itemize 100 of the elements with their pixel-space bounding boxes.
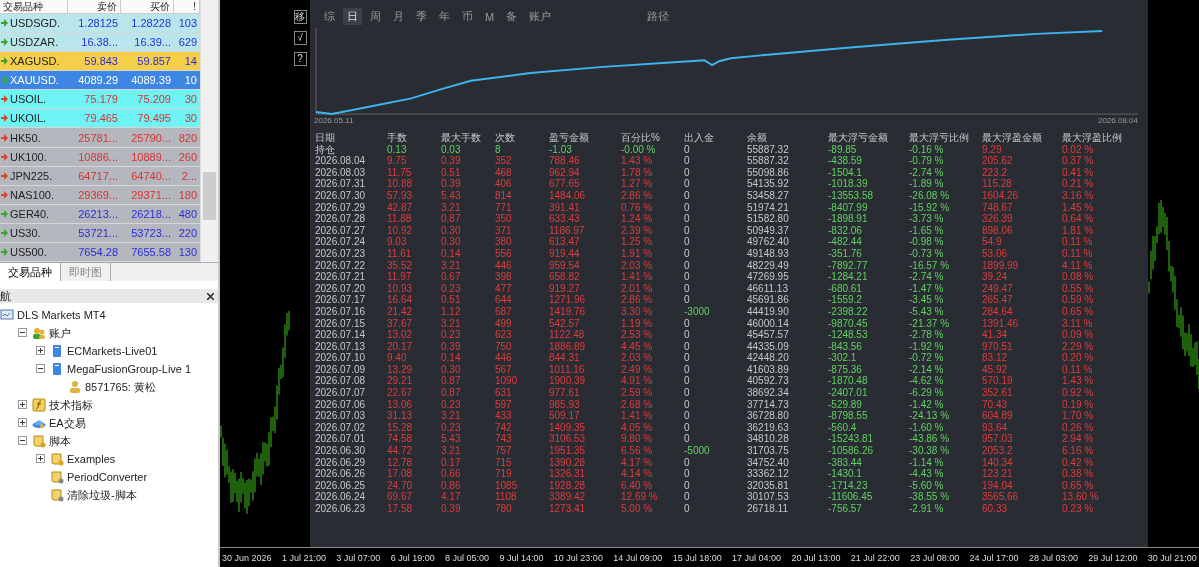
ask-price: 59.857 — [136, 55, 172, 68]
symbol-row[interactable]: US500. 7654.28 7655.58 130 — [0, 242, 200, 262]
table-cell-text: 69.67 — [387, 491, 414, 503]
table-cell-text: 9.03 — [387, 236, 408, 248]
expand-icon[interactable] — [18, 417, 27, 427]
ask-price: 64740... — [130, 169, 172, 182]
table-cell-text: -680.61 — [828, 282, 863, 295]
scrollbar[interactable] — [200, 0, 218, 262]
symbol-row[interactable]: USDSGD. 1.28125 1.28228 103 — [0, 14, 200, 34]
period-tab[interactable]: 周 — [366, 8, 385, 25]
table-cell-text: 0.19 % — [1062, 398, 1095, 411]
time-label: 3 Jul 07:00 — [336, 552, 381, 563]
period-tab[interactable]: 币 — [458, 8, 477, 25]
table-cell-text: 977.61 — [549, 387, 581, 399]
table-cell-text: 0 — [684, 340, 691, 353]
tree-item[interactable]: MegaFusionGroup-Live 1 — [67, 363, 192, 375]
table-cell-text: 0 — [684, 224, 691, 237]
table-cell-text: 1.91 % — [621, 247, 654, 260]
table-cell-text: -4.43 % — [909, 468, 945, 480]
table-cell-text: 1604.26 — [982, 189, 1020, 202]
table-cell-text: 4.91 % — [621, 375, 654, 388]
table-cell-text: 0.39 — [441, 155, 462, 167]
table-cell-text: -2398.22 — [828, 305, 869, 318]
tool-button[interactable]: 移 — [293, 10, 307, 24]
symbol-row[interactable]: NAS100. 29369... 29371... 180 — [0, 185, 200, 205]
symbol-row[interactable]: UKOIL. 79.465 79.495 30 — [0, 109, 200, 129]
table-cell-text: 380 — [495, 236, 513, 248]
table-cell-text: 140.34 — [982, 456, 1014, 469]
table-cell-text: 8 — [495, 143, 502, 156]
column-header[interactable]: 卖价 — [68, 0, 121, 13]
table-cell-text: 30107.53 — [747, 491, 790, 503]
table-cell-text: 11.61 — [387, 247, 413, 260]
close-icon[interactable] — [207, 292, 214, 300]
symbol-row[interactable]: US30. 53721... 53723... 220 — [0, 223, 200, 243]
bid-price: 75.179 — [83, 93, 119, 106]
table-cell-text: -438.59 — [828, 155, 863, 167]
table-cell-text: 743 — [495, 433, 513, 446]
table-cell-text: 962.94 — [549, 166, 581, 179]
symbol-row[interactable]: XAGUSD. 59.843 59.857 14 — [0, 52, 200, 72]
table-cell-text: 42448.20 — [747, 352, 790, 364]
collapse-icon[interactable] — [18, 435, 27, 445]
expand-icon[interactable] — [36, 453, 45, 463]
symbol-row[interactable]: UK100. 10886... 10889... 260 — [0, 147, 200, 167]
bid-price: 7654.28 — [77, 245, 119, 258]
table-cell-text: 0.23 — [441, 282, 462, 295]
table-cell-text: 0 — [684, 387, 691, 399]
panel-tab[interactable]: 交易品种 — [0, 263, 61, 281]
table-cell-text: 32035.81 — [747, 479, 790, 492]
tool-button[interactable]: ? — [293, 52, 307, 66]
period-tab[interactable]: 季 — [412, 8, 431, 25]
period-tab[interactable]: 年 — [435, 8, 454, 25]
symbol-row[interactable]: USOIL. 75.179 75.209 30 — [0, 90, 200, 110]
period-tab[interactable]: M — [481, 9, 499, 24]
tree-item[interactable]: PeriodConverter — [67, 471, 148, 483]
table-cell-text: 477 — [495, 282, 513, 295]
tree-item[interactable]: 技术指标 — [49, 397, 93, 413]
table-cell-text: 13.60 % — [1062, 491, 1100, 503]
period-tab[interactable]: 日 — [343, 8, 362, 25]
period-tab[interactable]: 账户 — [525, 8, 556, 25]
symbol-name: XAUUSD. — [10, 74, 59, 87]
table-cell-text: -482.44 — [828, 236, 863, 248]
table-cell-text: -7892.77 — [828, 259, 869, 272]
symbol-name: US500. — [10, 245, 47, 258]
tree-item[interactable]: DLS Markets MT4 — [17, 309, 106, 321]
tree-item[interactable]: EA交易 — [49, 415, 86, 431]
period-tab[interactable]: 备 — [502, 8, 522, 25]
table-cell-text: 0.51 — [441, 294, 462, 306]
table-cell-text: 0.86 — [441, 479, 462, 492]
symbol-row[interactable]: JPN225. 64717... 64740... 2... — [0, 166, 200, 186]
table-cell-text: 3.21 — [441, 259, 462, 272]
table-header-cell-text: 手数 — [387, 132, 408, 144]
table-cell-text: 788.46 — [549, 155, 581, 167]
collapse-icon[interactable] — [18, 327, 27, 337]
symbol-row[interactable]: HK50. 25781... 25790... 820 — [0, 128, 200, 148]
tree-item[interactable]: 8571765: 黄松 — [85, 379, 156, 395]
tree-item[interactable]: 脚本 — [49, 433, 71, 449]
table-cell-text: 22.67 — [387, 387, 414, 399]
symbol-row[interactable]: XAUUSD. 4089.29 4089.39 10 — [0, 71, 200, 91]
tree-item[interactable]: ECMarkets-Live01 — [67, 345, 158, 357]
expand-icon[interactable] — [36, 345, 45, 355]
period-tab[interactable]: 月 — [389, 8, 408, 25]
table-cell-text: -1.47 % — [909, 282, 945, 295]
column-header[interactable]: 买价 — [121, 0, 174, 13]
ask-price: 53723... — [130, 226, 172, 239]
table-header-cell-text: 百分比% — [621, 132, 661, 144]
symbol-row[interactable]: USDZAR. 16.38... 16.39... 629 — [0, 33, 200, 53]
tool-button[interactable]: √ — [293, 31, 307, 45]
expand-icon[interactable] — [18, 399, 27, 409]
collapse-icon[interactable] — [36, 363, 45, 373]
tree-item[interactable]: 账户 — [49, 325, 71, 341]
column-header[interactable]: 交易品种 — [0, 0, 68, 13]
period-tab[interactable]: 综 — [320, 8, 339, 25]
table-cell-text: 0.14 — [441, 247, 462, 260]
tree-item[interactable]: Examples — [67, 453, 116, 465]
table-cell-text: 0.41 % — [1062, 166, 1095, 179]
tree-item[interactable]: 清除垃圾-脚本 — [67, 487, 137, 503]
table-cell-text: 623 — [495, 329, 513, 341]
table-cell-text: -8798.55 — [828, 410, 869, 422]
symbol-row[interactable]: GER40. 26213... 26218... 480 — [0, 204, 200, 224]
scroll-icon — [50, 488, 64, 502]
